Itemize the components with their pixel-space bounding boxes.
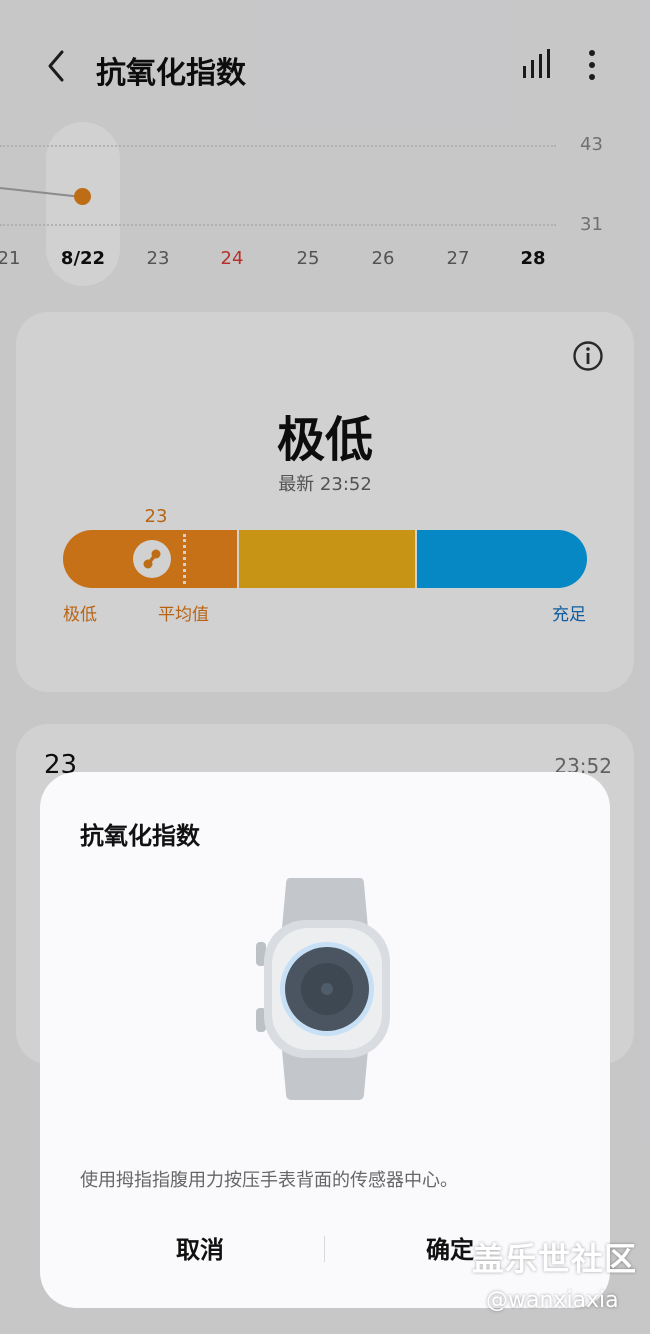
watermark-logo: 盖乐世社区 xyxy=(472,1240,638,1278)
dialog-instruction: 使用拇指指腹用力按压手表背面的传感器中心。 xyxy=(80,1170,458,1191)
watch-illustration xyxy=(250,876,400,1102)
button-divider xyxy=(324,1236,325,1262)
cancel-button[interactable]: 取消 xyxy=(80,1228,320,1272)
watermark-handle: @wanxiaxia xyxy=(486,1288,619,1313)
dialog-title: 抗氧化指数 xyxy=(80,822,200,850)
measurement-dialog: 抗氧化指数 使用拇指指腹用力按压手表背面的传感器中心。 取消 确定 xyxy=(40,772,610,1308)
smartwatch-icon xyxy=(256,878,390,1100)
